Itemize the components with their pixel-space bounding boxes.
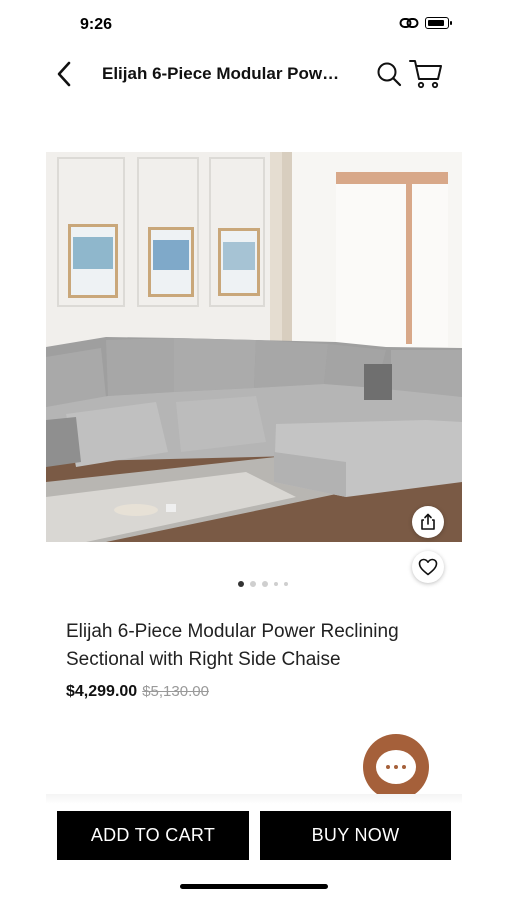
status-icons	[399, 16, 452, 30]
chat-bubble-icon	[376, 750, 416, 784]
search-button[interactable]	[375, 60, 403, 88]
add-to-cart-button[interactable]: ADD TO CART	[57, 811, 249, 860]
share-button[interactable]	[412, 506, 444, 538]
product-image-carousel[interactable]	[46, 152, 462, 542]
favorite-button[interactable]	[412, 551, 444, 583]
back-button[interactable]	[50, 60, 78, 88]
carousel-pagination	[238, 581, 288, 587]
search-icon	[377, 62, 402, 87]
cart-icon	[409, 60, 442, 89]
sectional-sofa-image	[46, 152, 462, 542]
home-indicator[interactable]	[180, 884, 328, 889]
back-arrow-icon	[57, 61, 71, 87]
link-icon	[399, 18, 419, 28]
cart-button[interactable]	[408, 58, 444, 90]
original-price: $5,130.00	[142, 683, 209, 700]
carousel-dot[interactable]	[274, 582, 278, 586]
bottom-bar-divider	[46, 794, 462, 804]
carousel-dot[interactable]	[262, 581, 268, 587]
price-row: $4,299.00 $5,130.00	[66, 683, 209, 701]
battery-icon	[425, 17, 452, 29]
page-title: Elijah 6-Piece Modular Power Reclining S…	[102, 64, 347, 83]
sale-price: $4,299.00	[66, 683, 138, 700]
carousel-dot[interactable]	[238, 581, 244, 587]
carousel-dot[interactable]	[284, 582, 288, 586]
chat-button[interactable]	[363, 734, 429, 800]
nav-bar: Elijah 6-Piece Modular Power Reclining S…	[0, 50, 507, 100]
carousel-dot[interactable]	[250, 581, 256, 587]
heart-icon	[418, 558, 438, 576]
status-bar: 9:26	[0, 0, 507, 48]
status-time: 9:26	[80, 16, 113, 33]
product-title: Elijah 6-Piece Modular Power Reclining S…	[66, 621, 399, 670]
buy-now-button[interactable]: BUY NOW	[260, 811, 451, 860]
share-icon	[421, 513, 435, 530]
